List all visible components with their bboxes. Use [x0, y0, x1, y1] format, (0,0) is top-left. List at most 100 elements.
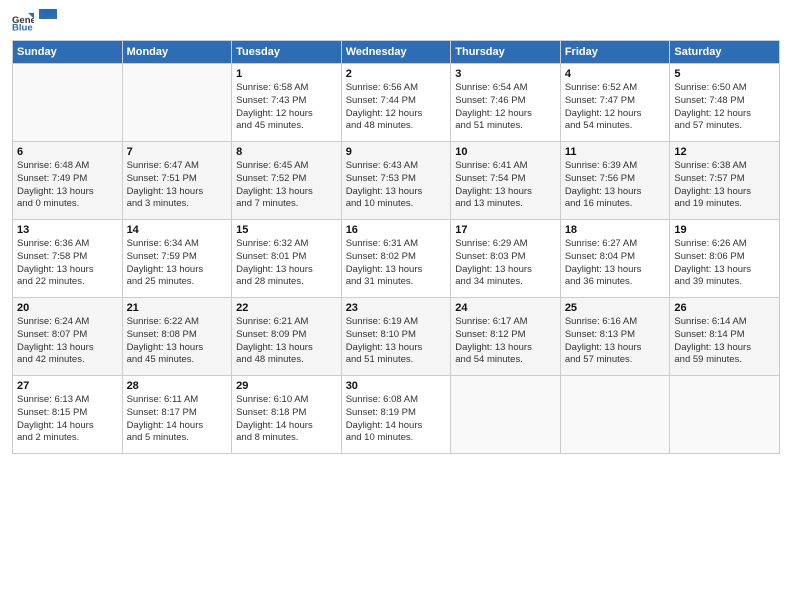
calendar-cell: 10Sunrise: 6:41 AM Sunset: 7:54 PM Dayli…	[451, 142, 561, 220]
logo: General Blue	[12, 10, 57, 32]
calendar-cell: 21 Sunrise: 6:22 AM Sunset: 8:08 PM Dayli…	[122, 298, 232, 376]
day-number: 19	[674, 224, 775, 236]
day-number: 28	[127, 380, 228, 392]
day-number: 3	[455, 68, 556, 80]
day-info: Sunrise: 6:32 AM Sunset: 8:01 PM Dayligh…	[236, 238, 337, 289]
calendar-body: 1 Sunrise: 6:58 AM Sunset: 7:43 PM Daylig…	[13, 64, 780, 454]
day-number: 24	[455, 302, 556, 314]
weekday-header-tuesday: Tuesday	[232, 41, 342, 64]
day-info: Sunrise: 6:38 AM Sunset: 7:57 PM Dayligh…	[674, 160, 775, 211]
day-info: Sunrise: 6:56 AM Sunset: 7:44 PM Dayligh…	[346, 82, 447, 133]
calendar-cell: 17 Sunrise: 6:29 AM Sunset: 8:03 PM Dayli…	[451, 220, 561, 298]
day-info: Sunrise: 6:08 AM Sunset: 8:19 PM Dayligh…	[346, 394, 447, 445]
day-number: 30	[346, 380, 447, 392]
weekday-header-sunday: Sunday	[13, 41, 123, 64]
calendar-cell	[13, 64, 123, 142]
weekday-header-monday: Monday	[122, 41, 232, 64]
calendar-cell: 7Sunrise: 6:47 AM Sunset: 7:51 PM Daylig…	[122, 142, 232, 220]
day-number: 21	[127, 302, 228, 314]
day-info: Sunrise: 6:29 AM Sunset: 8:03 PM Dayligh…	[455, 238, 556, 289]
header: General Blue	[12, 10, 780, 32]
day-info: Sunrise: 6:52 AM Sunset: 7:47 PM Dayligh…	[565, 82, 666, 133]
calendar-page: General Blue	[0, 0, 792, 612]
weekday-header-row: SundayMondayTuesdayWednesdayThursdayFrid…	[13, 41, 780, 64]
calendar-cell: 11Sunrise: 6:39 AM Sunset: 7:56 PM Dayli…	[560, 142, 670, 220]
week-row-3: 13 Sunrise: 6:36 AM Sunset: 7:58 PM Dayli…	[13, 220, 780, 298]
calendar-cell: 30 Sunrise: 6:08 AM Sunset: 8:19 PM Dayli…	[341, 376, 451, 454]
day-number: 23	[346, 302, 447, 314]
day-info: Sunrise: 6:50 AM Sunset: 7:48 PM Dayligh…	[674, 82, 775, 133]
day-info: Sunrise: 6:27 AM Sunset: 8:04 PM Dayligh…	[565, 238, 666, 289]
day-info: Sunrise: 6:14 AM Sunset: 8:14 PM Dayligh…	[674, 316, 775, 367]
day-number: 12	[674, 146, 775, 158]
day-number: 11	[565, 146, 666, 158]
day-number: 8	[236, 146, 337, 158]
calendar-cell: 13 Sunrise: 6:36 AM Sunset: 7:58 PM Dayli…	[13, 220, 123, 298]
calendar-cell: 1 Sunrise: 6:58 AM Sunset: 7:43 PM Daylig…	[232, 64, 342, 142]
calendar-cell: 15 Sunrise: 6:32 AM Sunset: 8:01 PM Dayli…	[232, 220, 342, 298]
day-number: 26	[674, 302, 775, 314]
day-info: Sunrise: 6:41 AM Sunset: 7:54 PM Dayligh…	[455, 160, 556, 211]
day-info: Sunrise: 6:36 AM Sunset: 7:58 PM Dayligh…	[17, 238, 118, 289]
week-row-5: 27Sunrise: 6:13 AM Sunset: 8:15 PM Dayli…	[13, 376, 780, 454]
day-number: 22	[236, 302, 337, 314]
day-info: Sunrise: 6:24 AM Sunset: 8:07 PM Dayligh…	[17, 316, 118, 367]
calendar-cell: 24 Sunrise: 6:17 AM Sunset: 8:12 PM Dayli…	[451, 298, 561, 376]
calendar-cell: 23 Sunrise: 6:19 AM Sunset: 8:10 PM Dayli…	[341, 298, 451, 376]
svg-text:Blue: Blue	[12, 23, 33, 32]
day-info: Sunrise: 6:10 AM Sunset: 8:18 PM Dayligh…	[236, 394, 337, 445]
day-number: 17	[455, 224, 556, 236]
day-info: Sunrise: 6:11 AM Sunset: 8:17 PM Dayligh…	[127, 394, 228, 445]
day-info: Sunrise: 6:19 AM Sunset: 8:10 PM Dayligh…	[346, 316, 447, 367]
day-number: 16	[346, 224, 447, 236]
day-number: 2	[346, 68, 447, 80]
calendar-table: SundayMondayTuesdayWednesdayThursdayFrid…	[12, 40, 780, 454]
calendar-cell: 5 Sunrise: 6:50 AM Sunset: 7:48 PM Daylig…	[670, 64, 780, 142]
day-number: 18	[565, 224, 666, 236]
day-info: Sunrise: 6:58 AM Sunset: 7:43 PM Dayligh…	[236, 82, 337, 133]
calendar-cell: 9Sunrise: 6:43 AM Sunset: 7:53 PM Daylig…	[341, 142, 451, 220]
day-info: Sunrise: 6:16 AM Sunset: 8:13 PM Dayligh…	[565, 316, 666, 367]
day-info: Sunrise: 6:17 AM Sunset: 8:12 PM Dayligh…	[455, 316, 556, 367]
weekday-header-saturday: Saturday	[670, 41, 780, 64]
calendar-cell	[560, 376, 670, 454]
day-info: Sunrise: 6:31 AM Sunset: 8:02 PM Dayligh…	[346, 238, 447, 289]
calendar-cell: 14Sunrise: 6:34 AM Sunset: 7:59 PM Dayli…	[122, 220, 232, 298]
calendar-cell: 29 Sunrise: 6:10 AM Sunset: 8:18 PM Dayli…	[232, 376, 342, 454]
calendar-cell: 6Sunrise: 6:48 AM Sunset: 7:49 PM Daylig…	[13, 142, 123, 220]
day-info: Sunrise: 6:13 AM Sunset: 8:15 PM Dayligh…	[17, 394, 118, 445]
calendar-cell: 12 Sunrise: 6:38 AM Sunset: 7:57 PM Dayli…	[670, 142, 780, 220]
day-info: Sunrise: 6:54 AM Sunset: 7:46 PM Dayligh…	[455, 82, 556, 133]
day-number: 13	[17, 224, 118, 236]
calendar-cell: 27Sunrise: 6:13 AM Sunset: 8:15 PM Dayli…	[13, 376, 123, 454]
day-number: 1	[236, 68, 337, 80]
day-number: 15	[236, 224, 337, 236]
day-number: 20	[17, 302, 118, 314]
day-number: 4	[565, 68, 666, 80]
weekday-header-thursday: Thursday	[451, 41, 561, 64]
calendar-header: SundayMondayTuesdayWednesdayThursdayFrid…	[13, 41, 780, 64]
logo-icon: General Blue	[12, 10, 34, 32]
calendar-cell	[451, 376, 561, 454]
day-number: 5	[674, 68, 775, 80]
calendar-cell: 28 Sunrise: 6:11 AM Sunset: 8:17 PM Dayli…	[122, 376, 232, 454]
calendar-cell: 2 Sunrise: 6:56 AM Sunset: 7:44 PM Daylig…	[341, 64, 451, 142]
day-number: 29	[236, 380, 337, 392]
week-row-4: 20 Sunrise: 6:24 AM Sunset: 8:07 PM Dayli…	[13, 298, 780, 376]
day-number: 25	[565, 302, 666, 314]
day-info: Sunrise: 6:34 AM Sunset: 7:59 PM Dayligh…	[127, 238, 228, 289]
week-row-2: 6Sunrise: 6:48 AM Sunset: 7:49 PM Daylig…	[13, 142, 780, 220]
calendar-cell: 22Sunrise: 6:21 AM Sunset: 8:09 PM Dayli…	[232, 298, 342, 376]
calendar-cell: 4 Sunrise: 6:52 AM Sunset: 7:47 PM Daylig…	[560, 64, 670, 142]
calendar-cell: 16 Sunrise: 6:31 AM Sunset: 8:02 PM Dayli…	[341, 220, 451, 298]
day-info: Sunrise: 6:43 AM Sunset: 7:53 PM Dayligh…	[346, 160, 447, 211]
day-info: Sunrise: 6:45 AM Sunset: 7:52 PM Dayligh…	[236, 160, 337, 211]
calendar-cell: 18 Sunrise: 6:27 AM Sunset: 8:04 PM Dayli…	[560, 220, 670, 298]
day-info: Sunrise: 6:22 AM Sunset: 8:08 PM Dayligh…	[127, 316, 228, 367]
weekday-header-friday: Friday	[560, 41, 670, 64]
calendar-cell: 26 Sunrise: 6:14 AM Sunset: 8:14 PM Dayli…	[670, 298, 780, 376]
calendar-cell: 19Sunrise: 6:26 AM Sunset: 8:06 PM Dayli…	[670, 220, 780, 298]
calendar-cell: 3 Sunrise: 6:54 AM Sunset: 7:46 PM Daylig…	[451, 64, 561, 142]
day-info: Sunrise: 6:47 AM Sunset: 7:51 PM Dayligh…	[127, 160, 228, 211]
day-info: Sunrise: 6:48 AM Sunset: 7:49 PM Dayligh…	[17, 160, 118, 211]
